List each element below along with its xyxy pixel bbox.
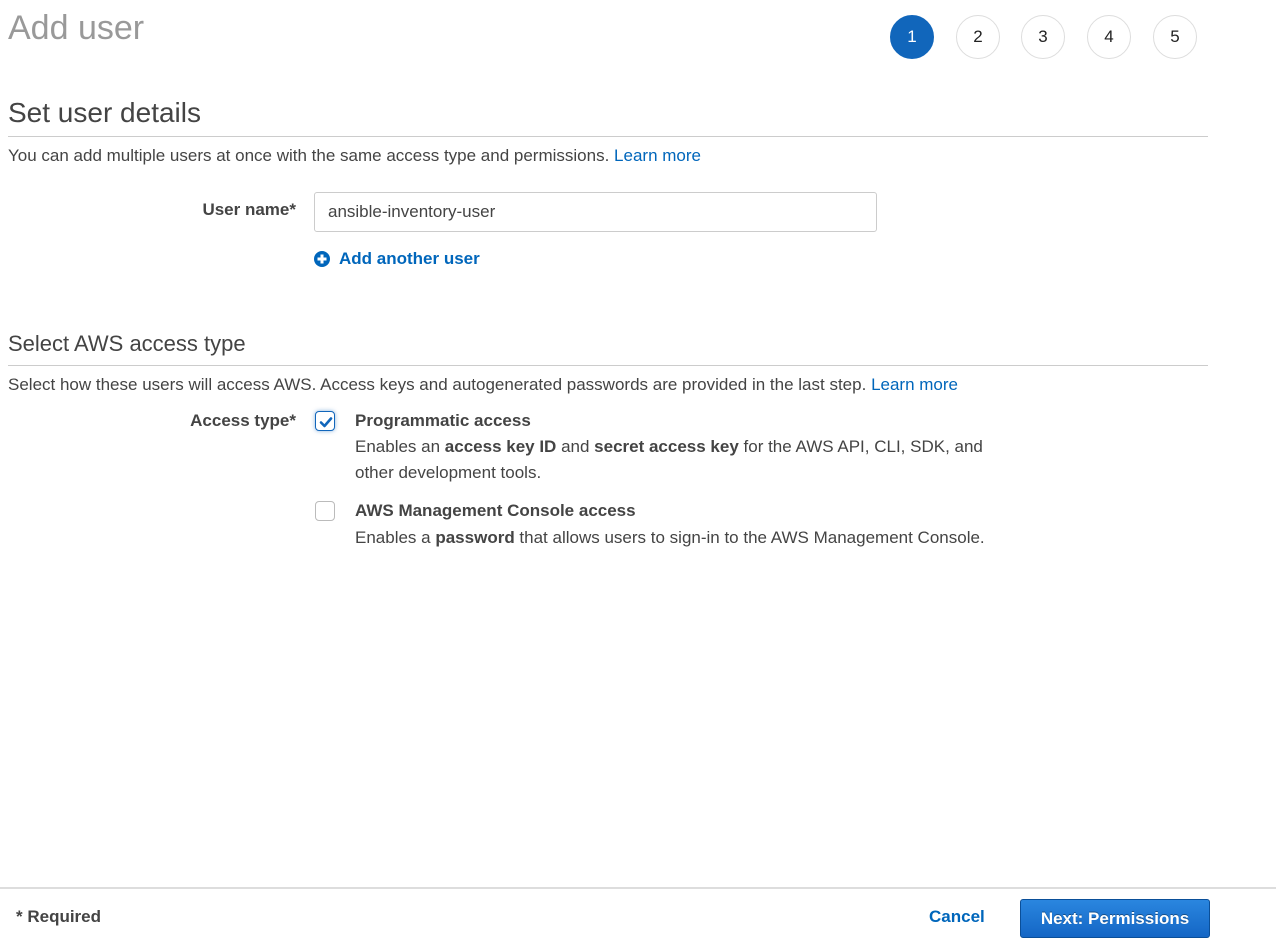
desc-bold: password [435,528,515,547]
checkmark-icon [319,417,333,428]
required-note: * Required [16,907,102,926]
access-type-label: Access type* [190,411,296,430]
programmatic-access-checkbox[interactable] [315,411,335,431]
username-label: User name* [202,200,296,219]
programmatic-access-title: Programmatic access [355,411,531,430]
access-type-heading: Select AWS access type [8,330,1208,366]
step-4[interactable]: 4 [1087,15,1131,59]
description-text: You can add multiple users at once with … [8,146,610,165]
desc-text: Enables an [355,437,445,456]
plus-circle-icon [314,251,330,267]
console-access-checkbox[interactable] [315,501,335,521]
description-text: Select how these users will access AWS. … [8,375,867,394]
add-user-page: Add user 1 2 3 4 5 Set user details You … [0,0,1276,943]
console-access-description: Enables a password that allows users to … [355,525,1025,551]
set-user-details-description: You can add multiple users at once with … [8,145,701,167]
page-title: Add user [8,9,145,47]
step-3[interactable]: 3 [1021,15,1065,59]
step-2[interactable]: 2 [956,15,1000,59]
add-another-user-label: Add another user [339,249,480,268]
step-5[interactable]: 5 [1153,15,1197,59]
programmatic-access-description: Enables an access key ID and secret acce… [355,434,1025,486]
set-user-details-heading: Set user details [8,96,1208,137]
next-permissions-button[interactable]: Next: Permissions [1020,899,1210,938]
add-another-user-button[interactable]: Add another user [314,248,480,270]
learn-more-link[interactable]: Learn more [871,375,958,394]
desc-bold: secret access key [594,437,739,456]
username-input[interactable] [314,192,877,232]
desc-text: Enables a [355,528,436,547]
access-type-description: Select how these users will access AWS. … [8,374,958,396]
desc-text: and [556,437,595,456]
desc-text: that allows users to sign-in to the AWS … [514,528,985,547]
cancel-button[interactable]: Cancel [929,907,985,927]
desc-bold: access key ID [444,437,557,456]
step-1[interactable]: 1 [890,15,934,59]
footer-bar: * Required Cancel Next: Permissions [0,887,1276,943]
console-access-title: AWS Management Console access [355,501,636,520]
learn-more-link[interactable]: Learn more [614,146,701,165]
